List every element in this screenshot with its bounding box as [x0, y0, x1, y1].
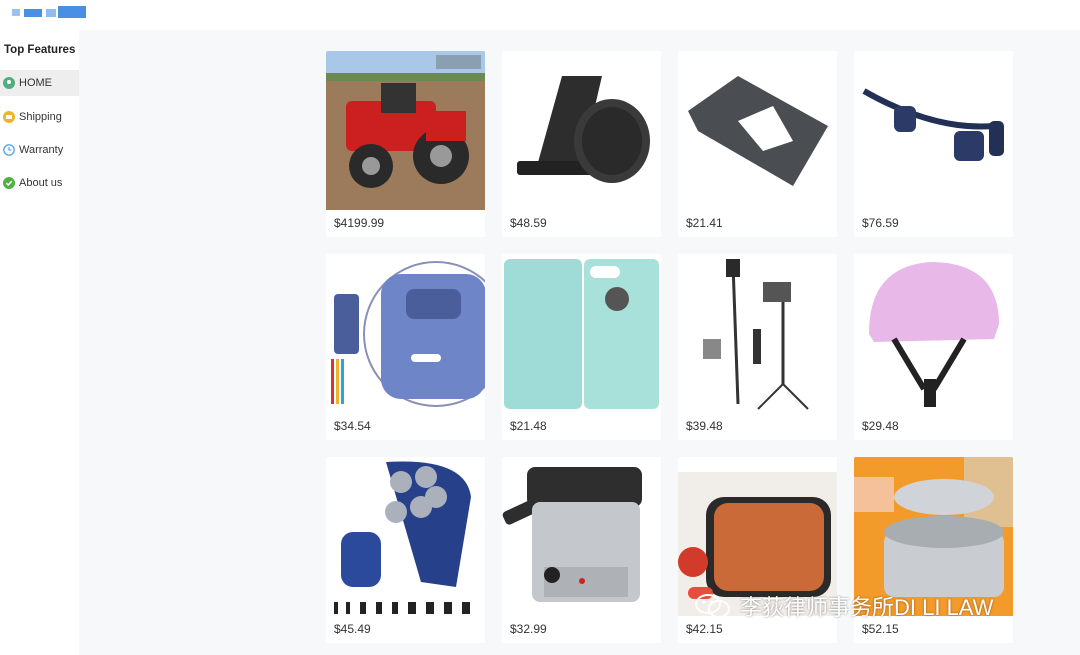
product-card-shaver[interactable]: $45.49	[326, 457, 485, 643]
product-price: $29.48	[862, 419, 899, 433]
product-price: $45.49	[334, 622, 371, 636]
sidebar-item-shipping[interactable]: Shipping	[0, 104, 79, 130]
product-card-sharpener[interactable]: $34.54	[326, 254, 485, 440]
sidebar-item-about-us[interactable]: About us	[0, 170, 79, 196]
product-price: $21.41	[686, 216, 723, 230]
map-pin-icon	[3, 77, 15, 89]
deep-fryer-image	[502, 457, 661, 616]
clock-icon	[3, 144, 15, 156]
sidebar-item-label: Warranty	[19, 144, 64, 156]
product-card-charger[interactable]: $48.59	[502, 51, 661, 237]
product-card-tablet-stand[interactable]: $21.41	[678, 51, 837, 237]
watermark: 李荻律师事务所DI LI LAW	[694, 592, 993, 620]
product-price: $76.59	[862, 216, 899, 230]
product-card-tractor[interactable]: $4199.99	[326, 51, 485, 237]
selfie-stick-image	[678, 254, 837, 413]
product-price: $32.99	[510, 622, 547, 636]
product-price: $34.54	[334, 419, 371, 433]
product-card-selfie-stick[interactable]: $39.48	[678, 254, 837, 440]
tablet-stand-image	[678, 51, 837, 210]
product-card-headphones[interactable]: $76.59	[854, 51, 1013, 237]
helmet-image	[854, 254, 1013, 413]
product-card-helmet[interactable]: $29.48	[854, 254, 1013, 440]
product-price: $42.15	[686, 622, 723, 636]
check-shield-icon	[3, 177, 15, 189]
product-price: $4199.99	[334, 216, 385, 230]
product-price: $52.15	[862, 622, 899, 636]
sidebar: Top Features HOME Shipping Warranty Abou…	[0, 30, 79, 655]
shipping-icon	[3, 111, 15, 123]
product-price: $48.59	[510, 216, 547, 230]
tractor-image	[326, 51, 485, 210]
product-card-deep-fryer[interactable]: $32.99	[502, 457, 661, 643]
blurred-logo[interactable]	[12, 6, 86, 20]
wireless-charger-image	[502, 51, 661, 210]
wechat-icon	[695, 594, 730, 618]
sidebar-item-label: Shipping	[19, 111, 62, 123]
headphones-image	[854, 51, 1013, 210]
sidebar-item-home[interactable]: HOME	[0, 70, 79, 96]
watermark-text: 李荻律师事务所DI LI LAW	[740, 595, 994, 620]
sidebar-item-label: About us	[19, 177, 63, 189]
sidebar-title: Top Features	[4, 44, 76, 56]
rotary-shaver-image	[326, 457, 485, 616]
phone-case-image	[502, 254, 661, 413]
pencil-sharpener-image	[326, 254, 485, 413]
product-price: $21.48	[510, 419, 547, 433]
top-bar	[0, 0, 1080, 30]
product-card-phone-case[interactable]: $21.48	[502, 254, 661, 440]
product-price: $39.48	[686, 419, 723, 433]
sidebar-item-label: HOME	[19, 77, 52, 89]
sidebar-item-warranty[interactable]: Warranty	[0, 137, 79, 163]
